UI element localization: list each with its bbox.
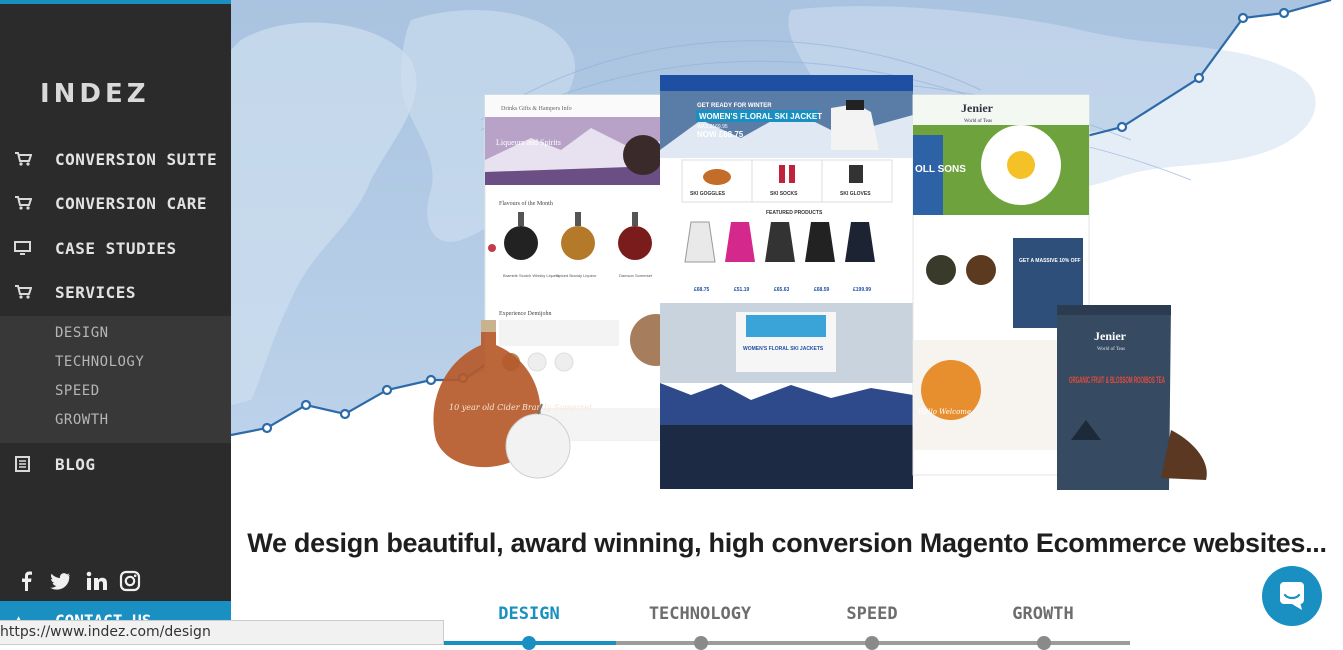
submenu-item-technology[interactable]: TECHNOLOGY [55,354,144,370]
bottle-label: 10 year old Cider Brandy Somerset [449,403,593,412]
tab-technology[interactable]: TECHNOLOGY [615,604,785,624]
price-1: £68.75 [694,287,710,293]
left-site-heading: Liqueurs and Spirits [496,138,561,147]
cart-icon [14,195,33,211]
nav-item-services[interactable]: SERVICES [0,270,231,314]
lower-banner: WOMEN'S FLORAL SKI JACKETS [743,346,824,352]
price-4: £68.59 [814,287,830,293]
hero-banner: Drinks Gifts & Hampers Info Liqueurs and… [231,0,1343,500]
tab-dot-growth[interactable] [1037,636,1051,650]
featured-heading: FEATURED PRODUCTS [766,210,823,216]
tab-growth[interactable]: GROWTH [958,604,1128,624]
price-2: £51.19 [734,287,750,293]
cart-icon [14,151,33,167]
twitter-icon[interactable] [49,570,71,592]
monitor-icon [14,240,32,256]
pack-sub: World of Teas [1097,347,1125,352]
price-5: £199.99 [853,287,871,293]
nav-item-blog[interactable]: BLOG [0,442,231,486]
nav-label: SERVICES [55,282,137,302]
svg-text:Drinks Gifts & Hampers Inf: Drinks Gifts & Hampers Info [501,105,572,112]
nav-item-conversion-suite[interactable]: CONVERSION SUITE [0,137,231,181]
nav-item-case-studies[interactable]: CASE STUDIES [0,226,231,270]
tab-dot-design[interactable] [522,636,536,650]
logo[interactable]: INDEZ [40,79,150,109]
left-site-product-1: Bramble Scotch Whisky Liqueur [503,273,560,278]
nav-label: CONVERSION CARE [55,193,207,213]
instagram-icon[interactable] [119,570,141,592]
left-site-product-3: Damson Somerset [619,273,653,278]
jenier-welcome: Hello Welcome [917,408,971,416]
linkedin-icon[interactable] [85,570,107,592]
nav-item-conversion-care[interactable]: CONVERSION CARE [0,181,231,225]
jenier-offer: GET A MASSIVE 10% OFF [1019,258,1081,264]
world-map-growth-graphic: Drinks Gifts & Hampers Info Liqueurs and… [231,0,1332,490]
document-icon [14,456,32,472]
now-price: NOW £68.75 [697,130,744,139]
promo-title: WOMEN'S FLORAL SKI JACKET [699,112,822,121]
sidebar-accent-bar [0,0,231,4]
chat-launcher-button[interactable] [1262,566,1322,626]
nav-label: CASE STUDIES [55,238,177,258]
facebook-icon[interactable] [16,570,36,592]
nav-label: CONVERSION SUITE [55,149,218,169]
hero-headline: We design beautiful, award winning, high… [247,528,1327,558]
pack-title: ORGANIC FRUIT & BLOSSOM ROOIBOS TEA [1069,375,1165,385]
cart-icon [14,284,33,300]
price-3: £65.63 [774,287,790,293]
left-site-product-2: Spiced Brandy Liqueur [556,273,597,278]
pack-brand: Jenier [1094,329,1127,343]
services-tabs: DESIGN TECHNOLOGY SPEED GROWTH [444,600,1130,650]
nav-label: BLOG [55,454,96,474]
tab-dot-technology[interactable] [694,636,708,650]
left-site-subheading: Experience Demijohn [499,311,551,317]
promo-small: GET READY FOR WINTER [697,103,772,109]
tab-design[interactable]: DESIGN [444,604,614,624]
category-3: SKI GLOVES [840,191,871,197]
tab-speed[interactable]: SPEED [787,604,957,624]
submenu-item-design[interactable]: DESIGN [55,325,109,341]
jenier-tagline: World of Teas [964,119,992,124]
sidebar: INDEZ CONVERSION SUITE CONVERSION CARE C… [0,0,231,645]
tab-dot-speed[interactable] [865,636,879,650]
status-bar-url: https://www.indez.com/design [0,620,444,645]
services-submenu: DESIGN TECHNOLOGY SPEED GROWTH [0,316,231,443]
jenier-brand: Jenier [961,101,994,115]
category-1: SKI GOGGLES [690,191,726,197]
trespass-site-mockup: GET READY FOR WINTER WOMEN'S FLORAL SKI … [660,75,913,489]
submenu-item-growth[interactable]: GROWTH [55,412,109,428]
chat-icon [1262,582,1322,630]
submenu-item-speed[interactable]: SPEED [55,383,100,399]
left-site-section: Flavours of the Month [499,200,553,207]
category-2: SKI SOCKS [770,191,798,197]
jenier-hero-text: OLL SONS [915,164,966,175]
